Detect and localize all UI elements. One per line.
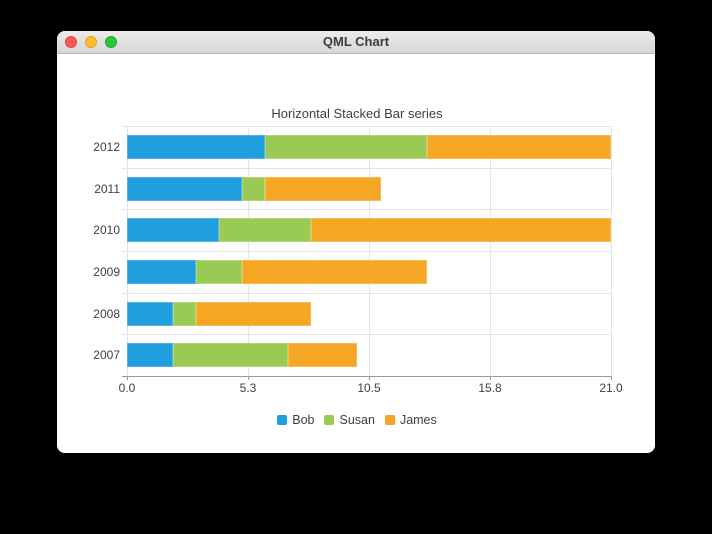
desktop-background: { "window": { "title": "QML Chart" }, "c…: [0, 0, 712, 534]
bar-segment-bob-2011: [127, 177, 242, 201]
legend-item-susan[interactable]: Susan: [324, 412, 374, 428]
x-axis-label: 15.8: [460, 381, 520, 395]
legend-label: Bob: [292, 412, 314, 428]
y-axis-label: 2011: [57, 181, 120, 197]
bar-segment-susan-2010: [219, 218, 311, 242]
bar-segment-susan-2007: [173, 343, 288, 367]
bar-segment-susan-2009: [196, 260, 242, 284]
x-axis-label: 0.0: [97, 381, 157, 395]
bar-2009: [127, 260, 427, 284]
x-axis-label: 21.0: [581, 381, 641, 395]
y-axis-label: 2008: [57, 306, 120, 322]
window-titlebar[interactable]: QML Chart: [57, 31, 655, 54]
gridline-horizontal: [122, 126, 611, 127]
plot-area: [127, 126, 611, 376]
bar-2008: [127, 302, 311, 326]
bar-segment-james-2008: [196, 302, 311, 326]
bar-segment-bob-2009: [127, 260, 196, 284]
window-content: Horizontal Stacked Bar series 2012 2011 20…: [57, 54, 655, 453]
x-axis-label: 10.5: [339, 381, 399, 395]
bar-segment-james-2007: [288, 343, 357, 367]
legend-marker-icon: [385, 415, 395, 425]
bar-2010: [127, 218, 611, 242]
bar-segment-bob-2012: [127, 135, 265, 159]
bar-segment-susan-2008: [173, 302, 196, 326]
x-axis-tick: [611, 376, 612, 380]
bar-segment-bob-2010: [127, 218, 219, 242]
window-title: QML Chart: [57, 31, 655, 53]
y-axis-label: 2009: [57, 264, 120, 280]
bar-2011: [127, 177, 381, 201]
gridline-horizontal: [122, 293, 611, 294]
y-axis-label: 2010: [57, 222, 120, 238]
bar-segment-bob-2007: [127, 343, 173, 367]
gridline-horizontal: [122, 334, 611, 335]
gridline-horizontal: [122, 251, 611, 252]
bar-2007: [127, 343, 357, 367]
bar-segment-james-2011: [265, 177, 381, 201]
bar-segment-james-2012: [427, 135, 611, 159]
bar-segment-bob-2008: [127, 302, 173, 326]
legend-marker-icon: [324, 415, 334, 425]
legend-label: Susan: [339, 412, 374, 428]
bar-2012: [127, 135, 611, 159]
x-axis-line: [122, 376, 611, 377]
legend-label: James: [400, 412, 437, 428]
bar-segment-susan-2012: [265, 135, 427, 159]
bar-segment-james-2009: [242, 260, 427, 284]
gridline-vertical: [611, 126, 612, 376]
y-axis-label: 2007: [57, 347, 120, 363]
chart-title: Horizontal Stacked Bar series: [97, 106, 617, 121]
bar-segment-james-2010: [311, 218, 611, 242]
x-axis-label: 5.3: [218, 381, 278, 395]
gridline-horizontal: [122, 168, 611, 169]
legend-marker-icon: [277, 415, 287, 425]
legend-item-bob[interactable]: Bob: [277, 412, 314, 428]
gridline-horizontal: [122, 209, 611, 210]
chart-legend: Bob Susan James: [97, 412, 617, 428]
y-axis-label: 2012: [57, 139, 120, 155]
bar-segment-susan-2011: [242, 177, 265, 201]
legend-item-james[interactable]: James: [385, 412, 437, 428]
app-window: QML Chart Horizontal Stacked Bar series …: [57, 31, 655, 453]
